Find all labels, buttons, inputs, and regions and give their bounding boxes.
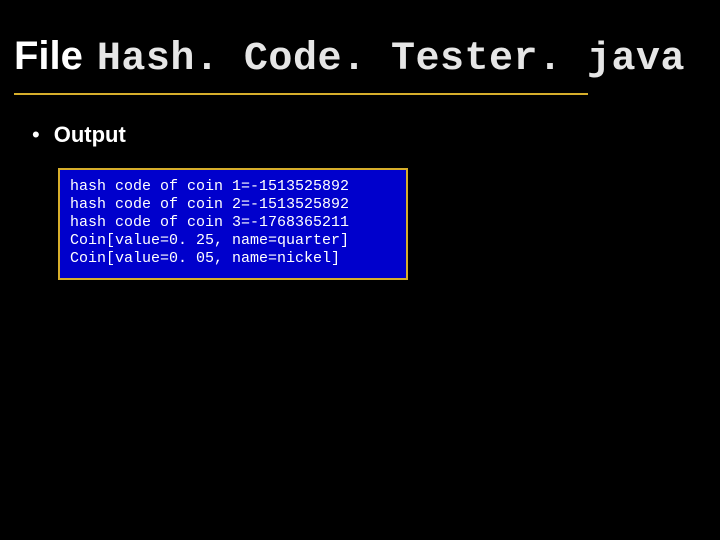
title-underline xyxy=(14,93,588,95)
slide-title: File Hash. Code. Tester. java xyxy=(14,34,685,82)
code-line: Coin[value=0. 25, name=quarter] xyxy=(70,232,349,249)
code-line: hash code of coin 1=-1513525892 xyxy=(70,178,349,195)
code-line: hash code of coin 3=-1768365211 xyxy=(70,214,349,231)
slide: File Hash. Code. Tester. java • Output h… xyxy=(0,0,720,540)
title-filename: Hash. Code. Tester. java xyxy=(97,37,685,82)
code-output: hash code of coin 1=-1513525892 hash cod… xyxy=(70,178,396,268)
code-output-box: hash code of coin 1=-1513525892 hash cod… xyxy=(58,168,408,280)
bullet-item: • Output xyxy=(32,122,126,148)
code-line: Coin[value=0. 05, name=nickel] xyxy=(70,250,340,267)
title-prefix: File xyxy=(14,34,83,79)
bullet-marker: • xyxy=(32,124,40,146)
code-line: hash code of coin 2=-1513525892 xyxy=(70,196,349,213)
bullet-text: Output xyxy=(54,122,126,148)
